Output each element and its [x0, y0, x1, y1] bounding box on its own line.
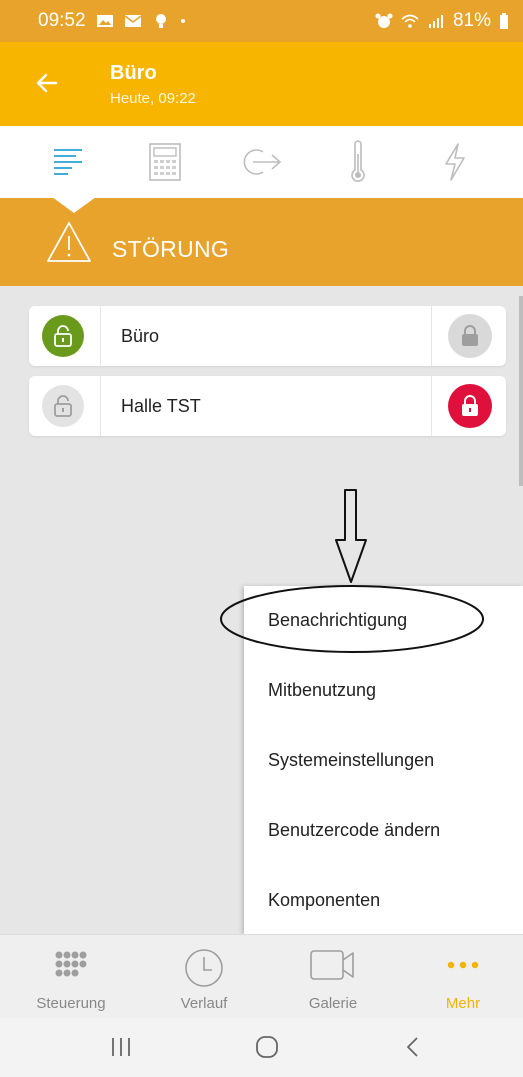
alert-banner: STÖRUNG: [0, 197, 523, 286]
page-subtitle: Heute, 09:22: [110, 90, 196, 107]
system-nav-bar: [0, 1018, 523, 1077]
separator: [431, 376, 432, 436]
clock-icon: [185, 949, 223, 987]
video-icon: [310, 950, 354, 980]
separator: [431, 306, 432, 366]
menu-item-system-settings[interactable]: Systemeinstellungen: [268, 740, 508, 780]
bottom-nav: Steuerung Verlauf Galerie Mehr: [0, 934, 523, 1018]
signal-icon: [428, 15, 443, 28]
thermometer-icon: [351, 140, 365, 182]
alert-text: STÖRUNG: [112, 236, 230, 262]
nav-label: Verlauf: [180, 995, 228, 1012]
nav-steuerung[interactable]: Steuerung: [16, 935, 126, 1019]
down-arrow-annotation: [335, 489, 367, 583]
zone-label: Halle TST: [121, 396, 201, 416]
grid-icon: [55, 951, 87, 977]
menu-item-change-user-code[interactable]: Benutzercode ändern: [268, 810, 508, 850]
zone-card[interactable]: Büro: [29, 306, 506, 366]
tab-indicator: [52, 197, 96, 213]
wifi-icon: [401, 14, 419, 28]
nav-verlauf[interactable]: Verlauf: [149, 935, 259, 1019]
dot-icon: [180, 19, 185, 23]
nav-label: Mehr: [445, 995, 481, 1012]
back-icon[interactable]: [398, 1032, 428, 1062]
unlock-icon: [54, 395, 72, 417]
status-bar: 09:52 81%: [0, 0, 523, 42]
more-icon: [447, 961, 479, 969]
menu-item-sharing[interactable]: Mitbenutzung: [268, 670, 508, 710]
tab-row: [0, 126, 523, 198]
status-time: 09:52: [38, 10, 86, 31]
mail-icon: [124, 15, 142, 27]
exit-icon: [244, 149, 282, 175]
separator: [100, 376, 101, 436]
alarm-icon: [375, 13, 393, 28]
lock-icon: [462, 395, 478, 416]
nav-mehr[interactable]: Mehr: [408, 935, 518, 1019]
calculator-icon: [149, 143, 181, 181]
zone-lock-button[interactable]: [448, 314, 492, 358]
nav-label: Steuerung: [36, 995, 106, 1012]
unlock-icon: [54, 325, 72, 347]
page-title: Büro: [110, 62, 157, 84]
separator: [100, 306, 101, 366]
tab-list[interactable]: [44, 138, 92, 186]
bulb-icon: [155, 14, 166, 28]
warning-icon: [47, 222, 91, 262]
scrollbar[interactable]: [519, 296, 523, 486]
recents-icon[interactable]: [106, 1032, 136, 1062]
tab-calculator[interactable]: [141, 138, 189, 186]
menu-item-notification[interactable]: Benachrichtigung: [268, 600, 508, 640]
nav-label: Galerie: [308, 995, 358, 1012]
battery-percent: 81%: [452, 10, 491, 31]
zone-card[interactable]: Halle TST: [29, 376, 506, 436]
zone-status-button[interactable]: [42, 385, 84, 427]
battery-icon: [500, 13, 508, 29]
nav-galerie[interactable]: Galerie: [278, 935, 388, 1019]
status-left: 09:52: [38, 10, 186, 32]
image-icon: [96, 15, 113, 27]
home-icon[interactable]: [252, 1032, 282, 1062]
lightning-icon: [444, 143, 465, 181]
lock-icon: [462, 325, 478, 346]
menu-item-components[interactable]: Komponenten: [268, 880, 508, 920]
status-right: 81%: [375, 10, 509, 32]
tab-thermometer[interactable]: [334, 138, 382, 186]
zone-label: Büro: [121, 326, 160, 346]
tab-lightning[interactable]: [431, 138, 479, 186]
tab-exit[interactable]: [237, 138, 285, 186]
app-bar: Büro Heute, 09:22: [0, 42, 523, 126]
zone-status-button[interactable]: [42, 315, 84, 357]
zone-lock-button[interactable]: [448, 384, 492, 428]
arrow-left-icon[interactable]: [34, 70, 60, 96]
overflow-menu: Benachrichtigung Mitbenutzung Systemeins…: [244, 586, 523, 934]
list-icon: [54, 149, 83, 175]
